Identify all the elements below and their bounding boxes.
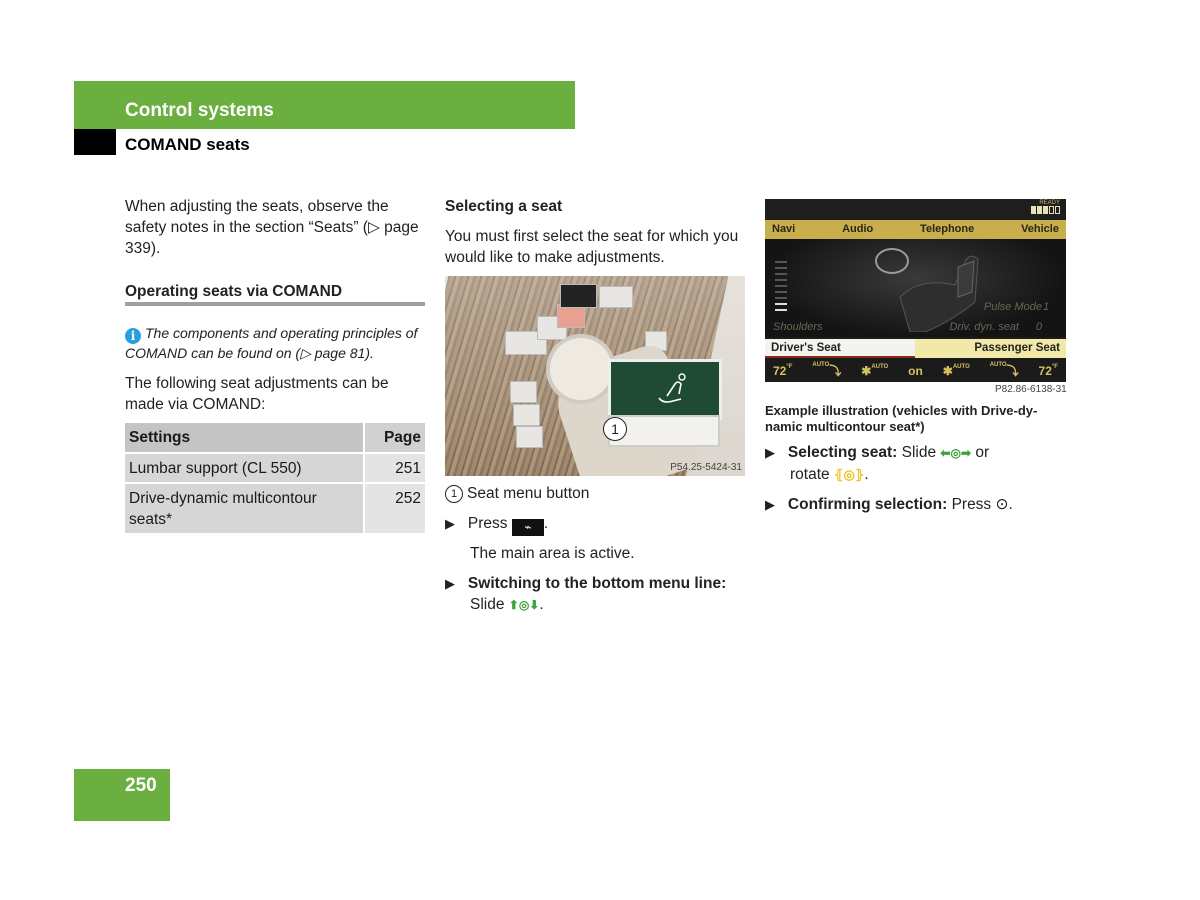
airflow-left[interactable]: AUTO⤵ [812, 362, 841, 379]
intro-paragraph: When adjusting the seats, observe the sa… [125, 198, 419, 257]
photo-code: P54.25-5424-31 [670, 462, 742, 473]
subheading-selecting-seat: Selecting a seat [445, 198, 563, 215]
comand-main-area: Pulse Mode 1 Shoulders Driv. dyn. seat 0 [765, 239, 1066, 337]
console-button [516, 426, 543, 448]
seat-button-photo [560, 284, 597, 308]
punctuation: . [543, 515, 549, 532]
info-note: i The components and operating principles… [125, 324, 425, 363]
table-header-row: Settings Page [125, 423, 425, 453]
press-controller-icon: ⊙ [995, 496, 1009, 513]
step-label: Press [467, 515, 508, 532]
info-note-text: The components and operating principles … [125, 325, 418, 361]
step-text: or [975, 444, 990, 461]
console-button [510, 381, 537, 403]
legend-number: 1 [445, 485, 463, 503]
adjustments-intro: The following seat adjustments can be ma… [125, 375, 389, 413]
fan-right[interactable]: ✱AUTO [943, 364, 970, 378]
chapter-title: Control systems [125, 100, 274, 121]
airflow-icon: ⤵ [1006, 364, 1019, 378]
menu-audio[interactable]: Audio [842, 220, 873, 239]
illustration-caption: Example illustration (vehicles with Driv… [765, 403, 1038, 434]
legend-text: Seat menu button [467, 485, 590, 502]
page-cell[interactable]: 252 [363, 482, 425, 533]
selecting-intro: You must first select the seat for which… [445, 228, 739, 266]
section-title: COMAND seats [125, 135, 250, 154]
fan-left[interactable]: ✱AUTO [861, 364, 888, 378]
tab-drivers-seat[interactable]: Driver's Seat [765, 339, 915, 358]
menu-navi[interactable]: Navi [772, 220, 795, 239]
step-title: Switching to the bottom menu line: [467, 575, 727, 592]
seat-display [608, 359, 722, 420]
table-row: Drive-dynamic multicontour seats* 252 [125, 482, 425, 533]
slide-updown-icon: ⬆◎⬇ [508, 598, 540, 612]
pulse-mode-label: Pulse Mode [983, 301, 1042, 313]
seat-graphic-icon [875, 248, 979, 332]
step-text: Slide [470, 596, 505, 613]
fan-icon: ✱ [942, 363, 953, 378]
step-text: Slide [901, 444, 937, 461]
punctuation: . [864, 466, 869, 483]
punctuation: . [539, 596, 544, 613]
menu-vehicle[interactable]: Vehicle [1021, 220, 1059, 239]
step-result: The main area is active. [470, 545, 635, 562]
drv-dyn-label: Driv. dyn. seat [949, 321, 1020, 333]
adjustment-scale [775, 261, 787, 315]
seat-tabs: Driver's Seat Passenger Seat [765, 339, 1066, 358]
console-button [599, 286, 633, 308]
info-icon: i [125, 328, 141, 344]
step-title: Confirming selection: [787, 496, 948, 513]
temp-right[interactable]: 72°F [1039, 364, 1058, 378]
step-switch: ▶ Switching to the bottom menu line: Sli… [445, 573, 747, 616]
settings-table: Settings Page Lumbar support (CL 550) 25… [125, 423, 425, 533]
bullet-triangle-icon: ▶ [445, 516, 455, 531]
temp-left[interactable]: 72°F [773, 364, 792, 378]
shoulders-label: Shoulders [773, 321, 823, 333]
airflow-icon: ⤵ [829, 364, 842, 378]
comand-controller [550, 338, 612, 400]
setting-cell: Lumbar support (CL 550) [125, 452, 364, 483]
header-settings: Settings [125, 423, 364, 453]
page-cell[interactable]: 251 [363, 452, 425, 483]
tab-passenger-seat[interactable]: Passenger Seat [915, 339, 1066, 358]
console-button [513, 404, 540, 426]
step-title: Selecting seat: [787, 444, 898, 461]
heading-underline [125, 302, 425, 306]
header-page: Page [363, 423, 425, 453]
bullet-triangle-icon: ▶ [765, 445, 775, 460]
subheading-operating-seats: Operating seats via COMAND [125, 283, 343, 300]
airflow-right[interactable]: AUTO⤵ [990, 362, 1019, 379]
punctuation: . [1008, 496, 1013, 513]
drv-dyn-value: 0 [1035, 321, 1042, 333]
step-confirming: ▶ Confirming selection: Press ⊙. [765, 494, 1070, 515]
section-marker [74, 129, 116, 155]
menu-telephone[interactable]: Telephone [920, 220, 974, 239]
seat-button-icon: ⌁ [511, 519, 544, 536]
comand-main-menu: Navi Audio Telephone Vehicle [765, 220, 1066, 239]
bullet-triangle-icon: ▶ [765, 497, 775, 512]
fan-icon: ✱ [861, 363, 872, 378]
console-photo: 1 P54.25-5424-31 [445, 276, 745, 476]
table-row: Lumbar support (CL 550) 251 [125, 452, 425, 483]
callout-1: 1 [603, 417, 627, 441]
legend-item: 1 Seat menu button [445, 483, 747, 504]
setting-cell: Drive-dynamic multicontour seats* [125, 482, 364, 533]
seat-icon [658, 373, 686, 403]
pulse-mode-value: 1 [1043, 301, 1050, 313]
rotate-icon: ⦃◎⦄ [833, 467, 865, 482]
slide-leftright-icon: ⬅◎➡ [940, 446, 972, 460]
step-press: ▶ Press ⌁. [445, 513, 747, 536]
page-number: 250 [125, 775, 157, 796]
step-text: Press [951, 496, 992, 513]
image-code: P82.86-6138-31 [995, 384, 1067, 395]
step-selecting-seat: ▶ Selecting seat: Slide ⬅◎➡ or rotate ⦃◎… [765, 442, 1070, 485]
climate-on[interactable]: on [908, 364, 923, 378]
climate-bar: 72°F AUTO⤵ ✱AUTO on ✱AUTO AUTO⤵ 72°F [765, 359, 1066, 382]
comand-display: READY Navi Audio Telephone Vehicle Pulse… [765, 199, 1066, 382]
bullet-triangle-icon: ▶ [445, 576, 455, 591]
step-text: rotate [790, 466, 830, 483]
signal-strength-icon [1031, 206, 1060, 214]
